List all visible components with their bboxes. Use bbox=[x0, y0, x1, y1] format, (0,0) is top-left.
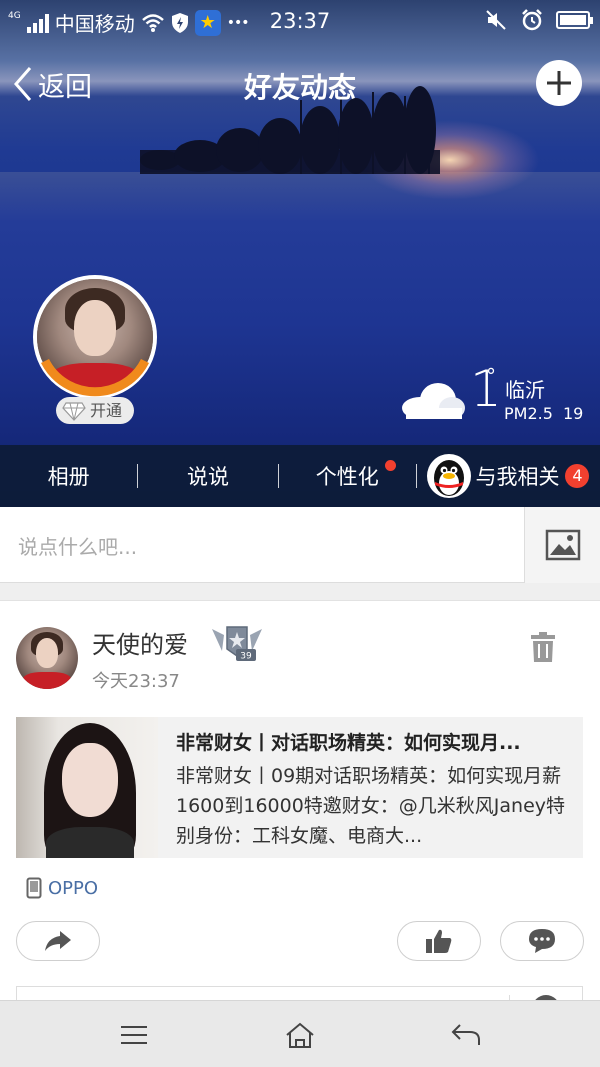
post-author-avatar[interactable] bbox=[16, 627, 78, 689]
tab-related-to-me[interactable]: 与我相关 4 bbox=[417, 445, 600, 507]
device-name: OPPO bbox=[48, 877, 99, 899]
diamond-icon bbox=[62, 402, 86, 421]
image-icon bbox=[545, 529, 580, 561]
system-navigation-bar bbox=[0, 1000, 600, 1067]
home-icon bbox=[286, 1022, 314, 1048]
menu-icon bbox=[121, 1026, 147, 1044]
cloud-icon bbox=[402, 383, 465, 419]
page-title: 好友动态 bbox=[243, 71, 356, 104]
profile-avatar[interactable] bbox=[33, 275, 157, 399]
pm-label: PM2.5 bbox=[504, 404, 553, 423]
comment-button[interactable] bbox=[500, 921, 584, 961]
share-button[interactable] bbox=[16, 921, 100, 961]
tab-album-label: 相册 bbox=[47, 465, 90, 489]
shared-article[interactable]: 非常财女丨对话职场精英：如何实现月... 非常财女丨09期对话职场精英：如何实现… bbox=[16, 717, 583, 858]
system-back-button[interactable] bbox=[446, 1019, 486, 1051]
trash-icon bbox=[531, 632, 555, 662]
article-title: 非常财女丨对话职场精英：如何实现月... bbox=[176, 732, 521, 754]
tab-related-label: 与我相关 bbox=[475, 465, 560, 489]
tab-shuoshuo-label: 说说 bbox=[186, 465, 229, 489]
new-dot bbox=[384, 460, 396, 471]
tab-shuoshuo[interactable]: 说说 bbox=[138, 445, 277, 507]
tab-personalize[interactable]: 个性化 bbox=[279, 445, 416, 507]
nav-bar: 返回 好友动态 bbox=[0, 52, 600, 112]
weather-city: 临沂 bbox=[505, 378, 545, 402]
qq-penguin-icon bbox=[427, 454, 472, 498]
feed-post-card: 天使的爱 39 今天23:37 非常财女丨对话职场精英：如何实现月... 非常财… bbox=[0, 600, 600, 1023]
share-arrow-icon bbox=[45, 931, 71, 951]
tab-personalize-label: 个性化 bbox=[315, 465, 379, 489]
add-post-button[interactable] bbox=[536, 60, 582, 106]
add-photo-button[interactable] bbox=[524, 507, 600, 583]
phone-icon bbox=[26, 877, 42, 899]
menu-button[interactable] bbox=[114, 1019, 154, 1051]
profile-tabs: 相册 说说 个性化 与我相关 4 bbox=[0, 445, 600, 507]
delete-post-button[interactable] bbox=[530, 631, 556, 667]
pm-value: 19 bbox=[563, 404, 584, 423]
article-description: 非常财女丨09期对话职场精英：如何实现月薪1600到16000特邀财女：@几米秋… bbox=[176, 765, 566, 847]
comment-icon bbox=[529, 929, 555, 953]
vip-level-badge[interactable]: 39 bbox=[210, 621, 264, 661]
article-thumbnail bbox=[16, 717, 158, 858]
like-button[interactable] bbox=[397, 921, 481, 961]
weather-widget: 1 ° 临沂 PM2.5 19 bbox=[400, 360, 600, 428]
post-device: OPPO bbox=[26, 877, 98, 899]
post-author-name[interactable]: 天使的爱 bbox=[92, 625, 188, 660]
vip-level-number: 39 bbox=[240, 652, 252, 662]
thumbs-up-icon bbox=[426, 929, 452, 953]
status-composer[interactable]: 说点什么吧... bbox=[0, 507, 600, 583]
return-icon bbox=[451, 1024, 480, 1045]
alarm-icon bbox=[522, 9, 542, 31]
weather-degree: ° bbox=[486, 364, 496, 388]
notification-badge: 4 bbox=[565, 464, 590, 488]
open-badge-label: 开通 bbox=[90, 401, 123, 420]
plus-icon bbox=[547, 71, 571, 95]
post-timestamp: 今天23:37 bbox=[92, 671, 180, 692]
tab-album[interactable]: 相册 bbox=[0, 445, 137, 507]
home-button[interactable] bbox=[280, 1019, 320, 1051]
vip-ring bbox=[40, 358, 150, 397]
status-bar: 4G 中国移动 ★ ••• 23:37 bbox=[0, 0, 600, 42]
open-vip-badge[interactable]: 开通 bbox=[56, 397, 135, 424]
composer-placeholder[interactable]: 说点什么吧... bbox=[18, 531, 137, 560]
battery-icon bbox=[556, 11, 593, 29]
mute-icon bbox=[486, 10, 506, 30]
